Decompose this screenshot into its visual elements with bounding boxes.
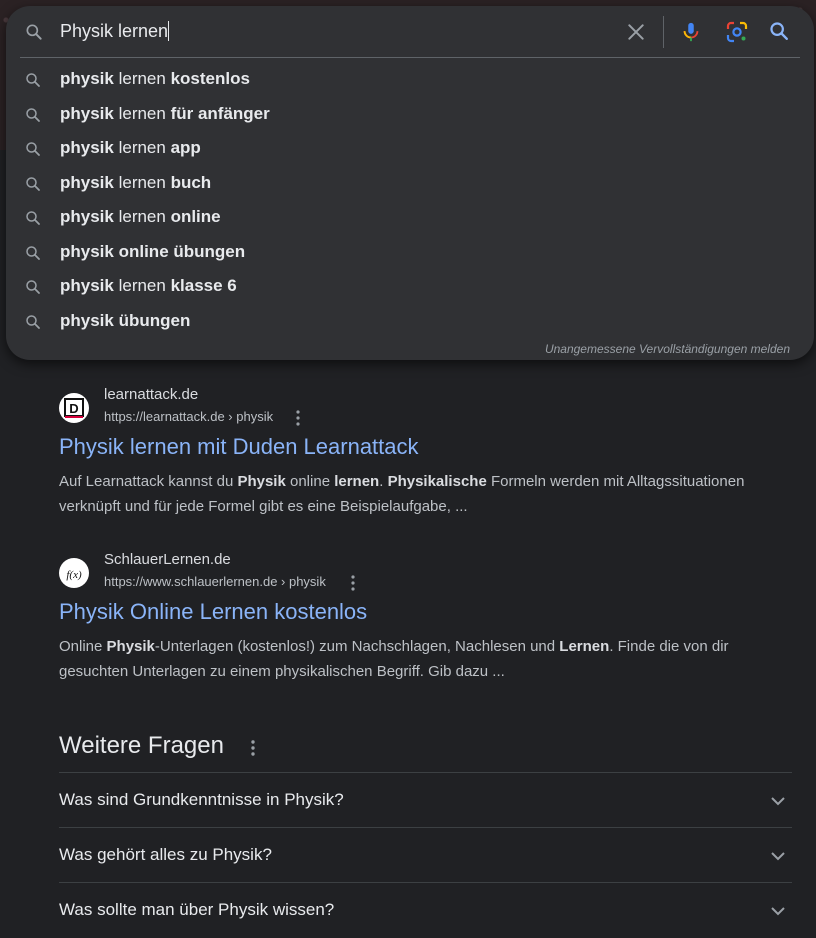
snippet-fragment: Physik xyxy=(106,638,155,655)
report-completions-link[interactable]: Unangemessene Vervollständigungen melden xyxy=(545,342,790,356)
result-url[interactable]: https://learnattack.de › physik xyxy=(104,409,273,424)
faq-heading: Weitere Fragen xyxy=(59,732,224,759)
suggestion-text: physik lernen für anfänger xyxy=(60,103,270,123)
suggestion-text: physik lernen app xyxy=(60,138,201,157)
snippet-fragment: Auf Learnattack kannst du xyxy=(59,473,238,490)
faq-question[interactable]: Was sind Grundkenntnisse in Physik? xyxy=(59,772,792,828)
search-icon xyxy=(24,106,42,129)
snippet-fragment: online xyxy=(285,473,335,490)
favicon-schlauerlernen: f(x) xyxy=(59,558,89,588)
snippet-fragment: -Unterlagen (kostenlos!) zum Nachschlage… xyxy=(154,638,560,655)
suggestion-text: physik lernen online xyxy=(60,207,221,226)
result-title-link[interactable]: Physik Online Lernen kostenlos xyxy=(59,599,367,625)
snippet-fragment: Online xyxy=(59,638,107,655)
snippet-fragment: Physik xyxy=(237,473,286,490)
microphone-icon[interactable] xyxy=(680,20,702,49)
result-site-name: SchlauerLernen.de xyxy=(104,551,231,568)
suggestion-item[interactable]: physik lernen app xyxy=(6,131,814,165)
google-lens-icon[interactable] xyxy=(725,20,749,49)
suggestion-text: physik übungen xyxy=(60,310,191,330)
suggestion-text: physik online übungen xyxy=(60,241,246,261)
search-icon xyxy=(24,278,42,301)
chevron-down-icon xyxy=(770,903,786,924)
search-divider xyxy=(663,16,664,48)
suggestion-item[interactable]: physik lernen für anfänger xyxy=(6,97,814,131)
more-options-icon[interactable] xyxy=(346,574,362,592)
result-title-link[interactable]: Physik lernen mit Duden Learnattack xyxy=(59,434,419,460)
search-input-row: Physik lernen xyxy=(6,6,814,58)
suggestion-text: physik lernen kostenlos xyxy=(60,69,250,88)
more-options-icon[interactable] xyxy=(291,409,307,427)
suggestion-item[interactable]: physik lernen online xyxy=(6,200,814,234)
result-snippet: Auf Learnattack kannst du Physik online … xyxy=(59,469,759,519)
snippet-fragment: Lernen xyxy=(559,638,610,655)
faq-question[interactable]: Was gehört alles zu Physik? xyxy=(59,827,792,883)
suggestion-item[interactable]: physik online übungen xyxy=(6,235,814,269)
snippet-fragment: Physikalische xyxy=(387,473,487,490)
favicon-letter: f(x) xyxy=(66,569,82,581)
search-icon xyxy=(24,71,42,94)
faq-question[interactable]: Was sollte man über Physik wissen? xyxy=(59,882,792,938)
search-submit-icon[interactable] xyxy=(768,20,790,47)
search-icon xyxy=(24,244,42,267)
search-autocomplete-panel: Physik lernen physik lernen kostenlos ph… xyxy=(6,6,814,360)
suggestion-item[interactable]: physik lernen klasse 6 xyxy=(6,269,814,303)
result-site-name: learnattack.de xyxy=(104,386,199,403)
chevron-down-icon xyxy=(770,793,786,814)
suggestion-text: physik lernen klasse 6 xyxy=(60,276,237,295)
snippet-fragment: . xyxy=(379,473,388,490)
favicon-learnattack: D xyxy=(59,393,89,423)
chevron-down-icon xyxy=(770,848,786,869)
search-dropdown-divider xyxy=(20,57,800,58)
suggestion-item[interactable]: physik übungen xyxy=(6,304,814,338)
faq-question-text: Was sollte man über Physik wissen? xyxy=(59,900,335,919)
search-icon xyxy=(24,209,42,232)
search-icon xyxy=(24,140,42,163)
suggestion-text: physik lernen buch xyxy=(60,172,212,192)
result-url[interactable]: https://www.schlauerlernen.de › physik xyxy=(104,574,326,589)
search-input[interactable]: Physik lernen xyxy=(60,21,170,42)
search-icon xyxy=(24,175,42,198)
faq-question-text: Was gehört alles zu Physik? xyxy=(59,845,272,864)
suggestion-item[interactable]: physik lernen buch xyxy=(6,166,814,200)
suggestion-item[interactable]: physik lernen kostenlos xyxy=(6,62,814,96)
favicon-letter: D xyxy=(69,401,78,416)
result-snippet: Online Physik-Unterlagen (kostenlos!) zu… xyxy=(59,634,759,684)
more-options-icon[interactable] xyxy=(246,739,260,762)
clear-search-icon[interactable] xyxy=(626,22,646,47)
faq-question-text: Was sind Grundkenntnisse in Physik? xyxy=(59,790,344,809)
search-icon xyxy=(24,22,44,47)
snippet-fragment: lernen xyxy=(334,473,380,490)
search-icon xyxy=(24,313,42,336)
